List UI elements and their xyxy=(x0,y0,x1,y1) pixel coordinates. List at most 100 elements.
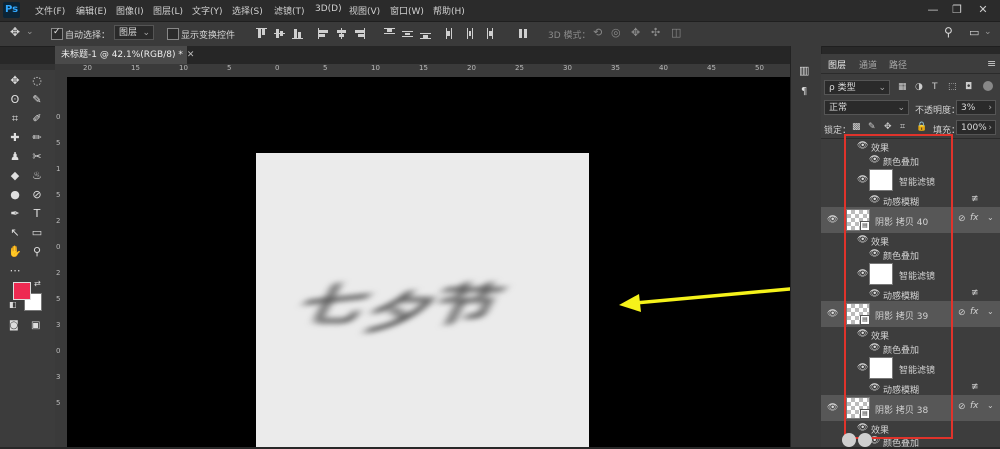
visibility-eye-icon[interactable]: 👁 xyxy=(827,215,838,225)
tab-channels[interactable]: 通道 xyxy=(859,58,877,71)
distribute-vcenter-icon[interactable] xyxy=(402,28,413,39)
distribute-bottom-icon[interactable] xyxy=(420,28,431,39)
eyedropper-icon[interactable]: ✐ xyxy=(28,110,46,128)
menu-select[interactable]: 选择(S) xyxy=(232,4,263,17)
opacity-input[interactable]: 3% › xyxy=(956,100,996,115)
auto-select-checkbox[interactable] xyxy=(51,27,63,40)
lock-all-icon[interactable]: 🔒 xyxy=(916,122,927,132)
menu-type[interactable]: 文字(Y) xyxy=(192,4,223,17)
align-top-icon[interactable] xyxy=(256,28,267,39)
healing-brush-icon[interactable]: ✚ xyxy=(6,129,24,147)
filter-pixel-icon[interactable]: ▦ xyxy=(898,82,907,92)
workspace-icon[interactable]: ▭ xyxy=(969,26,979,39)
fx-badge[interactable]: fx xyxy=(970,213,979,223)
blur-icon[interactable]: ● xyxy=(6,186,24,204)
rectangle-icon[interactable]: ▭ xyxy=(28,224,46,242)
gradient-icon[interactable]: ♨ xyxy=(28,167,46,185)
lock-transparent-icon[interactable]: ▩ xyxy=(852,122,861,132)
align-left-icon[interactable] xyxy=(318,28,329,39)
filter-toggle-icon[interactable] xyxy=(983,81,993,91)
menu-file[interactable]: 文件(F) xyxy=(35,4,65,17)
paragraph-icon[interactable]: ¶ xyxy=(801,86,807,97)
distribute-top-icon[interactable] xyxy=(384,28,395,39)
menu-layer[interactable]: 图层(L) xyxy=(153,4,183,17)
menu-edit[interactable]: 编辑(E) xyxy=(76,4,107,17)
fill-input[interactable]: 100% › xyxy=(956,120,996,135)
align-bottom-icon[interactable] xyxy=(292,28,303,39)
stamp-icon[interactable]: ♟ xyxy=(6,148,24,166)
minimize-button[interactable]: — xyxy=(922,2,944,18)
menu-filter[interactable]: 滤镜(T) xyxy=(274,4,305,17)
filter-type-icon[interactable]: T xyxy=(932,82,938,92)
3d-pan-icon[interactable]: ✥ xyxy=(631,26,640,39)
smart-filter-link-icon[interactable]: ⊘ xyxy=(958,308,966,318)
auto-select-target-dropdown[interactable]: 图层 ⌄ xyxy=(114,25,154,40)
tab-layers[interactable]: 图层 xyxy=(828,58,846,71)
align-hcenter-icon[interactable] xyxy=(336,28,347,39)
filter-options-icon[interactable]: ≢ xyxy=(971,194,979,204)
hand-icon[interactable]: ✋ xyxy=(6,243,24,261)
document-artboard[interactable]: 七夕节 xyxy=(256,153,589,447)
menu-view[interactable]: 视图(V) xyxy=(349,4,380,17)
ellipse-marquee-icon[interactable]: ◌ xyxy=(28,72,46,90)
search-icon[interactable]: ⚲ xyxy=(944,25,953,39)
panel-menu-icon[interactable]: ≡ xyxy=(987,57,996,70)
default-colors-icon[interactable]: ◧ xyxy=(9,300,17,309)
screen-mode-icon[interactable]: ▣ xyxy=(31,320,40,331)
distribute-right-icon[interactable] xyxy=(482,28,493,39)
filter-smart-object-icon[interactable]: ◘ xyxy=(965,82,972,92)
foreground-color-swatch[interactable] xyxy=(13,282,31,300)
lock-artboard-icon[interactable]: ⌗ xyxy=(900,122,905,132)
dodge-icon[interactable]: ⊘ xyxy=(28,186,46,204)
lock-pixels-icon[interactable]: ✎ xyxy=(868,122,876,132)
expand-chevron-icon[interactable]: ⌄ xyxy=(987,307,994,316)
zoom-icon[interactable]: ⚲ xyxy=(28,243,46,261)
workspace-chevron-icon[interactable]: ⌄ xyxy=(984,27,992,37)
3d-slide-icon[interactable]: ✣ xyxy=(651,26,660,39)
layer-filter-dropdown[interactable]: ρ 类型 ⌄ xyxy=(824,80,890,95)
tab-paths[interactable]: 路径 xyxy=(889,58,907,71)
lock-position-icon[interactable]: ✥ xyxy=(884,122,892,132)
quick-mask-icon[interactable]: ◙ xyxy=(9,320,19,331)
align-right-icon[interactable] xyxy=(354,28,365,39)
filter-adjustment-icon[interactable]: ◑ xyxy=(915,82,923,92)
path-select-icon[interactable]: ↖ xyxy=(6,224,24,242)
quick-select-icon[interactable]: ✎ xyxy=(28,91,46,109)
smart-filter-link-icon[interactable]: ⊘ xyxy=(958,402,966,412)
restore-button[interactable]: ❐ xyxy=(946,2,968,18)
crop-icon[interactable]: ⌗ xyxy=(6,110,24,128)
history-brush-icon[interactable]: ✂ xyxy=(28,148,46,166)
3d-scale-icon[interactable]: ◫ xyxy=(671,26,681,39)
blend-mode-dropdown[interactable]: 正常 ⌄ xyxy=(824,100,909,115)
filter-options-icon[interactable]: ≢ xyxy=(971,288,979,298)
more-tools-icon[interactable]: ⋯ xyxy=(6,262,24,280)
distribute-hcenter-icon[interactable] xyxy=(464,28,475,39)
align-vcenter-icon[interactable] xyxy=(274,28,285,39)
chevron-down-icon[interactable]: ⌄ xyxy=(26,27,34,37)
expand-chevron-icon[interactable]: ⌄ xyxy=(987,401,994,410)
move-tool-icon[interactable]: ✥ xyxy=(10,25,20,39)
swap-colors-icon[interactable]: ⇄ xyxy=(34,279,41,288)
smart-filter-link-icon[interactable]: ⊘ xyxy=(958,214,966,224)
lasso-icon[interactable]: ʘ xyxy=(6,91,24,109)
eraser-icon[interactable]: ◆ xyxy=(6,167,24,185)
history-icon[interactable]: ▥ xyxy=(799,64,809,77)
close-button[interactable]: ✕ xyxy=(972,2,994,18)
auto-align-icon[interactable] xyxy=(518,28,529,39)
show-transform-checkbox[interactable] xyxy=(167,28,179,40)
menu-window[interactable]: 窗口(W) xyxy=(390,4,424,17)
toolbar-grip[interactable] xyxy=(0,64,55,70)
menu-help[interactable]: 帮助(H) xyxy=(433,4,465,17)
document-tab[interactable]: 未标题-1 @ 42.1%(RGB/8) * ✕ xyxy=(55,46,194,64)
3d-roll-icon[interactable]: ◎ xyxy=(611,26,621,39)
expand-chevron-icon[interactable]: ⌄ xyxy=(987,213,994,222)
filter-shape-icon[interactable]: ⬚ xyxy=(948,82,957,92)
fx-badge[interactable]: fx xyxy=(970,401,979,411)
visibility-eye-icon[interactable]: 👁 xyxy=(827,403,838,413)
3d-rotate-icon[interactable]: ⟲ xyxy=(593,26,602,39)
move-tool-icon[interactable]: ✥ xyxy=(6,72,24,90)
menu-3d[interactable]: 3D(D) xyxy=(315,4,342,14)
filter-options-icon[interactable]: ≢ xyxy=(971,382,979,392)
fx-badge[interactable]: fx xyxy=(970,307,979,317)
distribute-left-icon[interactable] xyxy=(446,28,457,39)
